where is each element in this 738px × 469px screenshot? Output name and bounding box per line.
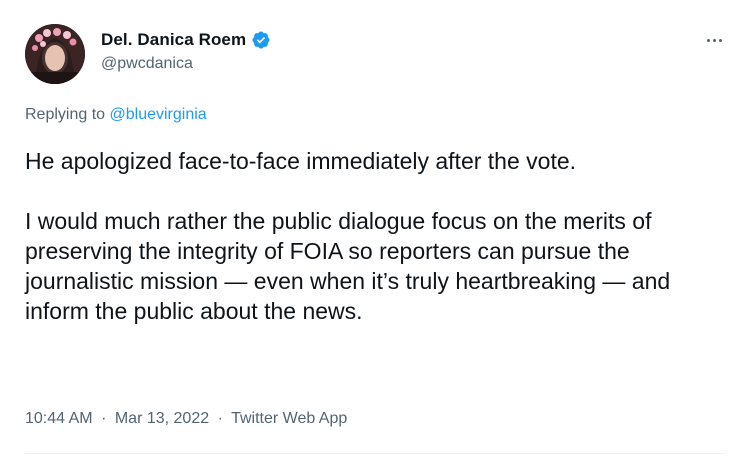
tweet-text: He apologized face-to-face immediately a…	[25, 146, 725, 326]
tweet-card: Del. Danica Roem @pwcdanica Replying to …	[0, 0, 738, 469]
replying-to: Replying to @bluevirginia	[25, 106, 207, 124]
avatar[interactable]	[25, 24, 85, 84]
author-handle[interactable]: @pwcdanica	[101, 55, 193, 73]
tweet-metadata: 10:44 AM · Mar 13, 2022 · Twitter Web Ap…	[25, 410, 347, 428]
replying-to-link[interactable]: @bluevirginia	[110, 106, 207, 123]
tweet-paragraph: He apologized face-to-face immediately a…	[25, 148, 577, 174]
author-display-name[interactable]: Del. Danica Roem	[101, 30, 246, 50]
divider	[25, 453, 726, 454]
verified-badge-icon	[251, 30, 271, 50]
avatar-photo	[25, 24, 85, 84]
tweet-time[interactable]: 10:44 AM	[25, 410, 93, 427]
meta-separator: ·	[101, 410, 107, 427]
author-name-row: Del. Danica Roem	[101, 30, 271, 50]
tweet-source[interactable]: Twitter Web App	[231, 410, 347, 427]
replying-to-label: Replying to	[25, 106, 106, 123]
meta-separator: ·	[217, 410, 223, 427]
tweet-date[interactable]: Mar 13, 2022	[115, 410, 209, 427]
tweet-paragraph: I would much rather the public dialogue …	[25, 208, 671, 324]
more-options-icon[interactable]	[702, 30, 726, 50]
